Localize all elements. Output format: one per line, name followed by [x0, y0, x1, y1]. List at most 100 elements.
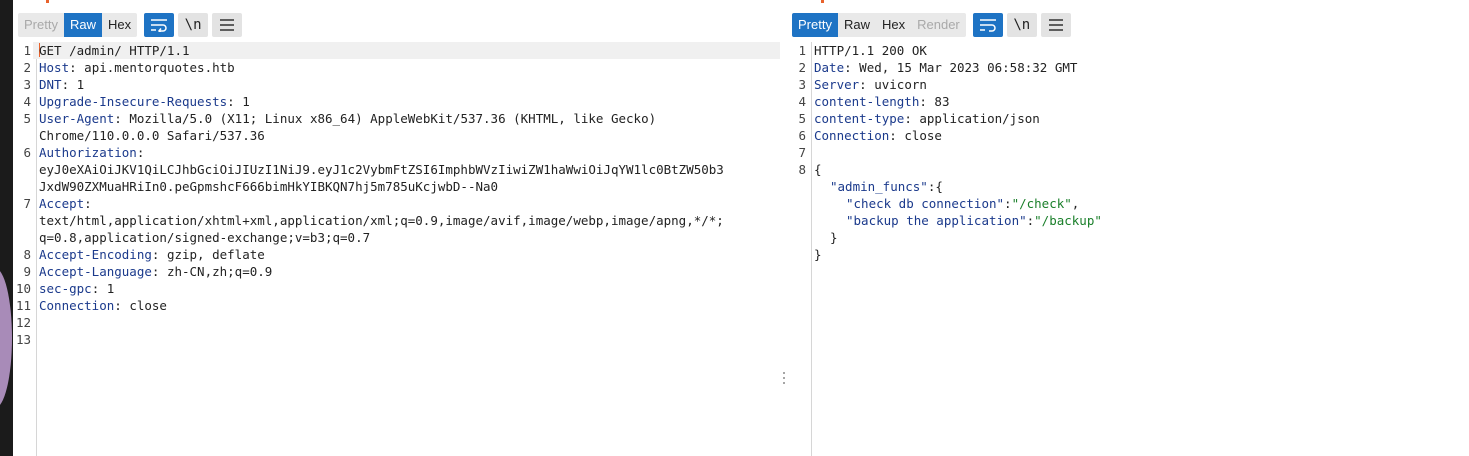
json-close-brace: } [830, 230, 838, 245]
header-value: 1 [234, 94, 250, 109]
tab-raw[interactable]: Raw [63, 13, 102, 37]
json-key: "check db connection" [846, 196, 1005, 211]
tab-pretty[interactable]: Pretty [792, 13, 838, 37]
line-number: 7 [23, 196, 31, 211]
request-toolbar: Pretty Raw Hex \n [18, 13, 243, 37]
line-number: 9 [23, 264, 31, 279]
background-decoration [0, 268, 12, 408]
header-value: close [896, 128, 942, 143]
code-line: 7 [788, 144, 1469, 161]
json-string-value: "/backup" [1034, 213, 1102, 228]
json-close-brace: } [814, 247, 822, 262]
line-number: 4 [798, 94, 806, 109]
code-line: 4 Upgrade-Insecure-Requests: 1 [13, 93, 780, 110]
response-panel: Pretty Raw Hex Render \n 1 HTTP/1.1 200 OK … [788, 0, 1469, 456]
code-line: 13 [13, 331, 780, 348]
code-line: "check db connection":"/check", [788, 195, 1469, 212]
code-line: 4 content-length: 83 [788, 93, 1469, 110]
json-punct: : [1004, 196, 1012, 211]
json-key: "backup the application" [846, 213, 1027, 228]
code-line: 8 Accept-Encoding: gzip, deflate [13, 246, 780, 263]
tab-render[interactable]: Render [911, 13, 966, 37]
code-line: 1 HTTP/1.1 200 OK [788, 42, 1469, 59]
header-name: Accept [39, 196, 85, 211]
header-value: zh-CN,zh;q=0.9 [159, 264, 273, 279]
header-value: application/json [911, 111, 1040, 126]
header-line: Server: uvicorn [814, 77, 927, 92]
header-name: Date [814, 60, 845, 75]
request-lines: 1 GET /admin/ HTTP/1.1 2 Host: api.mentorqu… [13, 42, 780, 348]
code-line: 2 Host: api.mentorquotes.htb [13, 59, 780, 76]
tab-hex[interactable]: Hex [875, 13, 912, 37]
code-line: } [788, 229, 1469, 246]
panel-divider-handle[interactable] [780, 0, 788, 456]
json-punct: :{ [927, 179, 943, 194]
code-line: 5 User-Agent: Mozilla/5.0 (X11; Linux x86… [13, 110, 780, 144]
code-line: 10 sec-gpc: 1 [13, 280, 780, 297]
header-name: DNT [39, 77, 62, 92]
request-view-tabs: Pretty Raw Hex [18, 13, 138, 37]
code-line: 2 Date: Wed, 15 Mar 2023 06:58:32 GMT [788, 59, 1469, 76]
code-line: 6 Connection: close [788, 127, 1469, 144]
tab-raw[interactable]: Raw [837, 13, 876, 37]
header-value: uvicorn [866, 77, 927, 92]
accent-mark [821, 0, 824, 3]
tab-hex[interactable]: Hex [101, 13, 138, 37]
request-panel: Pretty Raw Hex \n 1 GET /admin/ HTTP/1.1 2 Ho… [13, 0, 780, 456]
header-line: Host: api.mentorquotes.htb [39, 60, 235, 75]
header-name: Host [39, 60, 70, 75]
header-line: Accept: text/html,application/xhtml+xml,a… [39, 196, 724, 245]
json-entry: "check db connection":"/check", [808, 195, 1079, 212]
header-name: Upgrade-Insecure-Requests [39, 94, 228, 109]
background-window-strip [0, 0, 13, 456]
line-number: 10 [15, 281, 31, 296]
code-line: 8 { [788, 161, 1469, 178]
header-line: Connection: close [39, 298, 167, 313]
request-target: /admin/ HTTP/1.1 [61, 43, 190, 58]
header-value-continuation: JxdW90ZXMuaHRiIn0.peGpmshcF666bimHkYIBKQ… [39, 179, 499, 194]
header-value-continuation: Chrome/110.0.0.0 Safari/537.36 [39, 128, 265, 143]
json-string-value: "/check" [1011, 196, 1072, 211]
show-newlines-button[interactable]: \n [178, 13, 209, 37]
response-toolbar: Pretty Raw Hex Render \n [792, 13, 1071, 37]
header-line: User-Agent: Mozilla/5.0 (X11; Linux x86_… [39, 111, 657, 143]
line-number: 8 [23, 247, 31, 262]
header-value-continuation: text/html,application/xhtml+xml,applicat… [39, 213, 724, 228]
json-punct: , [1071, 196, 1080, 211]
line-number: 6 [23, 145, 31, 160]
response-editor[interactable]: 1 HTTP/1.1 200 OK 2 Date: Wed, 15 Mar 202… [788, 42, 1469, 456]
code-line: 9 Accept-Language: zh-CN,zh;q=0.9 [13, 263, 780, 280]
line-number: 3 [798, 77, 806, 92]
tab-pretty[interactable]: Pretty [18, 13, 64, 37]
header-name: Connection [814, 128, 890, 143]
line-number: 5 [798, 111, 806, 126]
header-line: Authorization: eyJ0eXAiOiJKV1QiLCJhbGciOi… [39, 145, 724, 194]
wrap-lines-icon[interactable] [972, 13, 1003, 37]
code-line: 3 Server: uvicorn [788, 76, 1469, 93]
line-number: 1 [798, 43, 806, 58]
header-line: Accept-Language: zh-CN,zh;q=0.9 [39, 264, 273, 279]
code-line: 11 Connection: close [13, 297, 780, 314]
header-name: sec-gpc [39, 281, 92, 296]
header-value: 1 [69, 77, 85, 92]
line-number: 2 [798, 60, 806, 75]
code-line: } [788, 246, 1469, 263]
show-newlines-button[interactable]: \n [1006, 13, 1037, 37]
code-line: 6 Authorization: eyJ0eXAiOiJKV1QiLCJhbGciO… [13, 144, 780, 195]
header-line: Upgrade-Insecure-Requests: 1 [39, 94, 250, 109]
response-view-tabs: Pretty Raw Hex Render [792, 13, 966, 37]
request-editor[interactable]: 1 GET /admin/ HTTP/1.1 2 Host: api.mentorqu… [13, 42, 780, 456]
line-number: 12 [15, 315, 31, 330]
request-method: GET [39, 43, 62, 58]
wrap-lines-icon[interactable] [144, 13, 175, 37]
line-number: 2 [23, 60, 31, 75]
header-line: content-type: application/json [814, 111, 1040, 126]
line-number: 8 [798, 162, 806, 177]
header-name: content-type [814, 111, 905, 126]
request-line: GET /admin/ HTTP/1.1 [33, 42, 780, 59]
header-value: 83 [926, 94, 950, 109]
menu-icon[interactable] [1040, 13, 1071, 37]
menu-icon[interactable] [212, 13, 243, 37]
accent-mark [46, 0, 49, 3]
header-name: Accept-Encoding [39, 247, 152, 262]
